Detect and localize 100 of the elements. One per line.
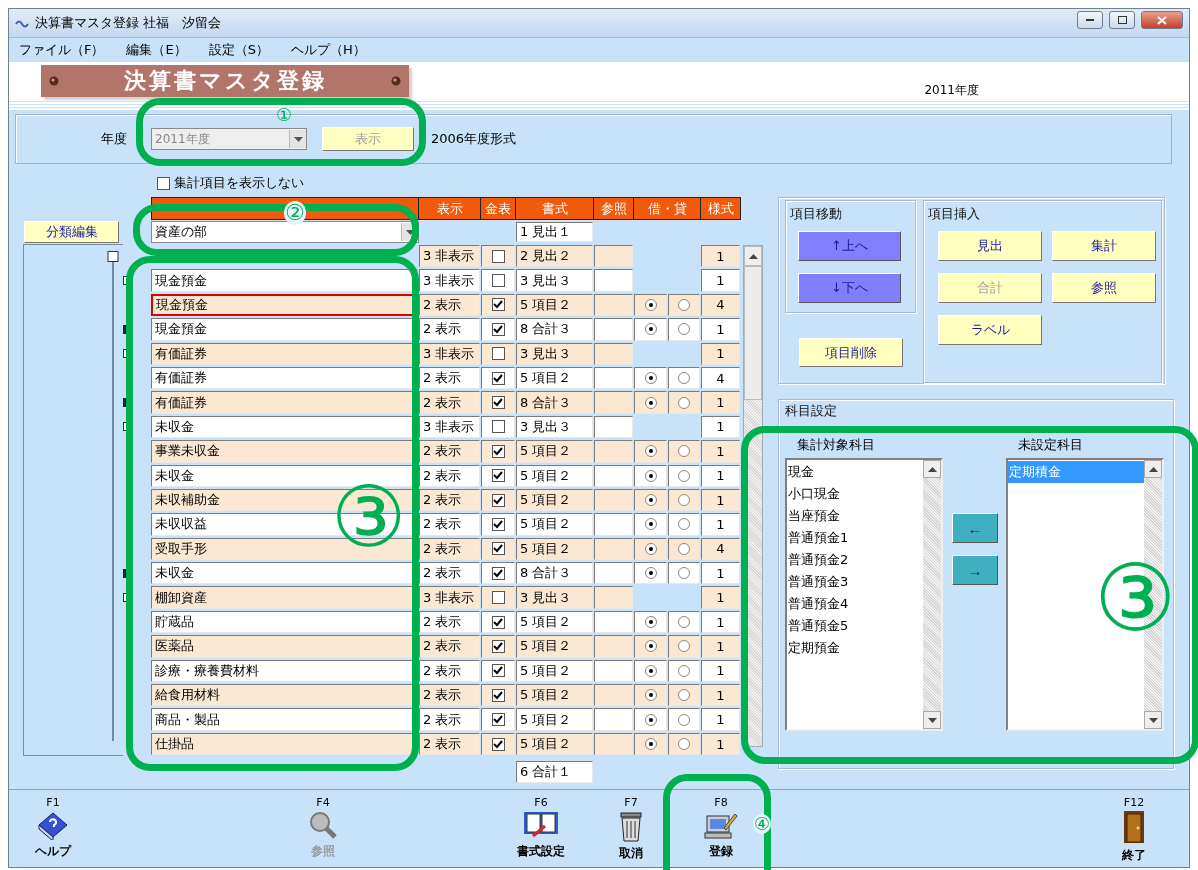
radio-button[interactable] bbox=[678, 640, 690, 653]
list-item[interactable]: 当座預金 bbox=[787, 505, 923, 527]
checkbox[interactable] bbox=[491, 469, 505, 483]
radio-button[interactable] bbox=[678, 445, 690, 458]
scroll-up-button[interactable] bbox=[1144, 460, 1162, 478]
menu-item[interactable]: 編集（E） bbox=[126, 41, 187, 59]
category-edit-button[interactable]: 分類編集 bbox=[24, 221, 119, 243]
checkbox[interactable] bbox=[491, 249, 505, 263]
checkbox[interactable] bbox=[491, 615, 505, 629]
toolbar-button[interactable]: F12 終了 bbox=[1099, 790, 1169, 867]
rivet-icon bbox=[391, 76, 401, 86]
scroll-thumb[interactable] bbox=[744, 266, 762, 400]
transfer-button[interactable]: ← bbox=[952, 513, 998, 543]
toolbar-button[interactable]: F6 書式設定 bbox=[506, 790, 576, 867]
radio-button[interactable] bbox=[644, 713, 657, 726]
checkbox[interactable] bbox=[491, 371, 505, 385]
radio-button[interactable] bbox=[678, 713, 690, 726]
menu-item[interactable]: ファイル（F） bbox=[19, 41, 105, 59]
radio-button[interactable] bbox=[644, 664, 657, 677]
radio-button[interactable] bbox=[644, 469, 657, 482]
list-item[interactable]: 普通預金1 bbox=[787, 527, 923, 549]
radio-button[interactable] bbox=[644, 567, 657, 580]
checkbox[interactable] bbox=[491, 542, 505, 556]
checkbox[interactable] bbox=[491, 420, 505, 434]
toolbar-button[interactable]: F8 登録 bbox=[686, 790, 756, 867]
radio-button[interactable] bbox=[678, 518, 690, 531]
table-cell bbox=[594, 342, 633, 365]
radio-button[interactable] bbox=[678, 664, 690, 677]
menu-item[interactable]: ヘルプ（H） bbox=[290, 41, 366, 59]
down-arrow-icon bbox=[1148, 717, 1158, 723]
checkbox[interactable] bbox=[491, 639, 505, 653]
radio-button[interactable] bbox=[678, 298, 690, 311]
checkbox[interactable] bbox=[491, 518, 505, 531]
radio-button[interactable] bbox=[644, 542, 657, 555]
radio-button[interactable] bbox=[678, 494, 690, 507]
menu-item[interactable]: 設定（S） bbox=[208, 41, 269, 59]
radio-button[interactable] bbox=[644, 518, 657, 531]
radio-button[interactable] bbox=[678, 396, 690, 409]
radio-button[interactable] bbox=[644, 494, 657, 507]
checkbox[interactable] bbox=[491, 688, 505, 702]
radio-button[interactable] bbox=[678, 616, 690, 629]
checkbox[interactable] bbox=[491, 713, 505, 727]
minimize-button[interactable] bbox=[1077, 11, 1103, 29]
group-title: 項目挿入 bbox=[928, 205, 981, 223]
radio-button[interactable] bbox=[678, 469, 690, 482]
checkbox[interactable] bbox=[491, 298, 505, 312]
scroll-up-button[interactable] bbox=[744, 246, 762, 266]
checkbox[interactable] bbox=[491, 322, 505, 336]
scrollbar[interactable] bbox=[923, 460, 941, 729]
list-item[interactable]: 普通預金5 bbox=[787, 615, 923, 637]
radio-button[interactable] bbox=[678, 542, 690, 555]
transfer-button[interactable]: → bbox=[952, 555, 998, 585]
toolbar-button[interactable]: F7 取消 bbox=[596, 790, 666, 867]
insert-button[interactable]: 見出 bbox=[938, 231, 1042, 261]
category-dropdown[interactable]: 資産の部 bbox=[151, 221, 419, 243]
scroll-down-button[interactable] bbox=[1144, 711, 1162, 729]
radio-button[interactable] bbox=[644, 640, 657, 653]
checkbox[interactable] bbox=[491, 737, 505, 751]
radio-button[interactable] bbox=[678, 567, 690, 580]
radio-button[interactable] bbox=[678, 738, 690, 750]
move-button[interactable]: ↓下へ bbox=[798, 273, 901, 303]
maximize-button[interactable] bbox=[1109, 11, 1135, 29]
checkbox[interactable] bbox=[491, 274, 505, 288]
list-item[interactable]: 普通預金3 bbox=[787, 571, 923, 593]
checkbox[interactable] bbox=[491, 566, 505, 580]
scroll-up-button[interactable] bbox=[923, 460, 941, 478]
radio-button[interactable] bbox=[678, 689, 690, 702]
checkbox[interactable] bbox=[157, 176, 170, 190]
scroll-down-button[interactable] bbox=[923, 711, 941, 729]
list-item[interactable]: 普通預金2 bbox=[787, 549, 923, 571]
table-cell: 3 見出３ bbox=[516, 342, 593, 365]
insert-button[interactable]: ラベル bbox=[938, 315, 1042, 345]
name-cell[interactable]: 現金預金 bbox=[151, 269, 418, 292]
list-item[interactable]: 小口現金 bbox=[787, 483, 923, 505]
delete-item-button[interactable]: 項目削除 bbox=[799, 338, 903, 367]
radio-button[interactable] bbox=[644, 616, 657, 629]
checkbox[interactable] bbox=[491, 664, 505, 678]
checkbox[interactable] bbox=[491, 493, 505, 507]
radio-button[interactable] bbox=[644, 396, 657, 409]
radio-button[interactable] bbox=[644, 445, 657, 458]
checkbox[interactable] bbox=[491, 444, 505, 458]
radio-button[interactable] bbox=[644, 738, 657, 750]
insert-button[interactable]: 集計 bbox=[1052, 231, 1156, 261]
toolbar-button[interactable]: F1 ヘルプ bbox=[18, 790, 88, 867]
checkbox[interactable] bbox=[491, 396, 505, 410]
radio-button[interactable] bbox=[644, 323, 657, 336]
insert-button[interactable]: 参照 bbox=[1052, 273, 1156, 303]
list-item[interactable]: 普通預金4 bbox=[787, 593, 923, 615]
radio-button[interactable] bbox=[678, 323, 690, 336]
table-cell: 2 表示 bbox=[419, 610, 480, 634]
radio-button[interactable] bbox=[678, 372, 690, 385]
list-item[interactable]: 定期預金 bbox=[787, 637, 923, 659]
checkbox[interactable] bbox=[491, 591, 505, 605]
close-button[interactable] bbox=[1141, 11, 1183, 29]
radio-button[interactable] bbox=[644, 298, 657, 311]
radio-button[interactable] bbox=[644, 372, 657, 385]
radio-button[interactable] bbox=[644, 689, 657, 702]
list-item[interactable]: 現金 bbox=[787, 461, 923, 483]
move-button[interactable]: ↑上へ bbox=[798, 231, 901, 261]
checkbox[interactable] bbox=[491, 347, 505, 361]
